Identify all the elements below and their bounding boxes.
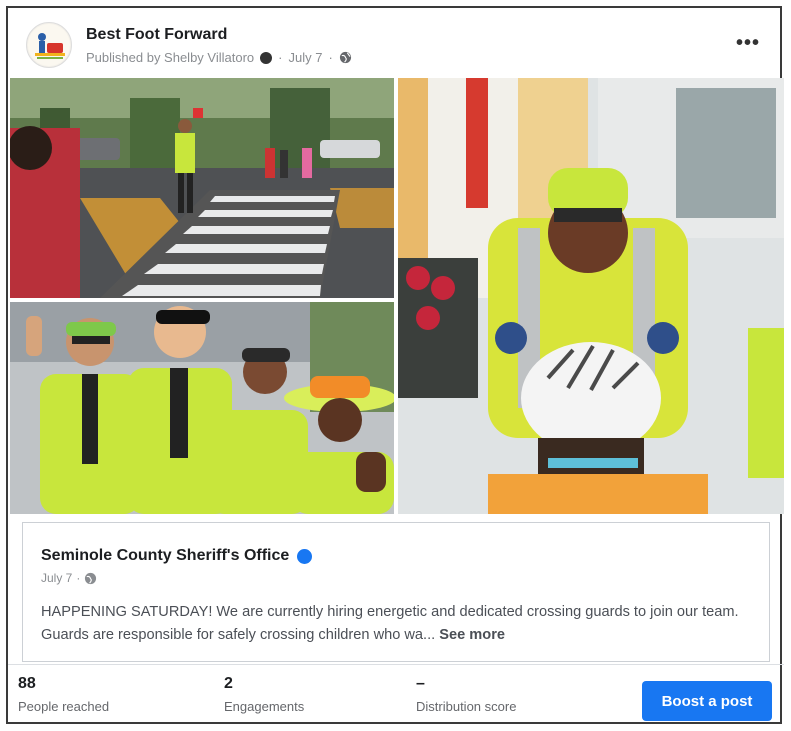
distribution-stat: – Distribution score — [416, 675, 516, 714]
page-name[interactable]: Best Foot Forward — [86, 26, 227, 44]
photo-crossing-guards-group[interactable] — [10, 302, 394, 514]
post-header: Best Foot Forward Published by Shelby Vi… — [20, 16, 768, 78]
globe-icon — [339, 51, 351, 64]
separator: · — [278, 50, 283, 65]
globe-icon — [85, 572, 97, 584]
post-date[interactable]: July 7 — [289, 50, 323, 65]
org-name[interactable]: Seminole County Sheriff's Office — [41, 547, 313, 565]
distribution-value: – — [416, 675, 425, 692]
boost-post-button[interactable]: Boost a post — [642, 681, 772, 721]
verified-badge-icon — [297, 548, 313, 564]
engagements-label: Engagements — [224, 699, 305, 714]
people-reached-value: 88 — [18, 675, 36, 692]
org-post-date[interactable]: July 7 — [41, 571, 72, 585]
published-by[interactable]: Published by Shelby Villatoro — [86, 50, 254, 65]
post-card: Best Foot Forward Published by Shelby Vi… — [6, 6, 784, 725]
photo-guard-with-child[interactable] — [398, 78, 784, 514]
people-reached-stat: 88 People reached — [18, 675, 109, 714]
org-meta: July 7 · — [41, 571, 97, 585]
separator: · — [328, 50, 333, 65]
photo-crosswalk[interactable] — [10, 78, 394, 298]
post-text: HAPPENING SATURDAY! We are currently hir… — [41, 604, 739, 643]
engagements-value: 2 — [224, 675, 233, 692]
link-preview-card[interactable]: Seminole County Sheriff's Office July 7 … — [22, 522, 770, 662]
insights-bar: 88 People reached 2 Engagements – Distri… — [8, 664, 784, 725]
more-options-button[interactable]: ••• — [736, 32, 760, 55]
engagements-stat: 2 Engagements — [224, 675, 304, 714]
distribution-label: Distribution score — [416, 699, 517, 714]
people-reached-label: People reached — [18, 699, 110, 714]
page-avatar[interactable] — [26, 22, 72, 68]
see-more-link[interactable]: See more — [439, 627, 505, 643]
separator: · — [76, 571, 81, 585]
post-body: HAPPENING SATURDAY! We are currently hir… — [41, 601, 757, 647]
photo-collage — [10, 78, 784, 514]
publisher-avatar-icon — [260, 51, 273, 64]
post-meta: Published by Shelby Villatoro · July 7 · — [86, 50, 352, 65]
org-name-text[interactable]: Seminole County Sheriff's Office — [41, 547, 289, 565]
logo-icon — [28, 24, 70, 66]
